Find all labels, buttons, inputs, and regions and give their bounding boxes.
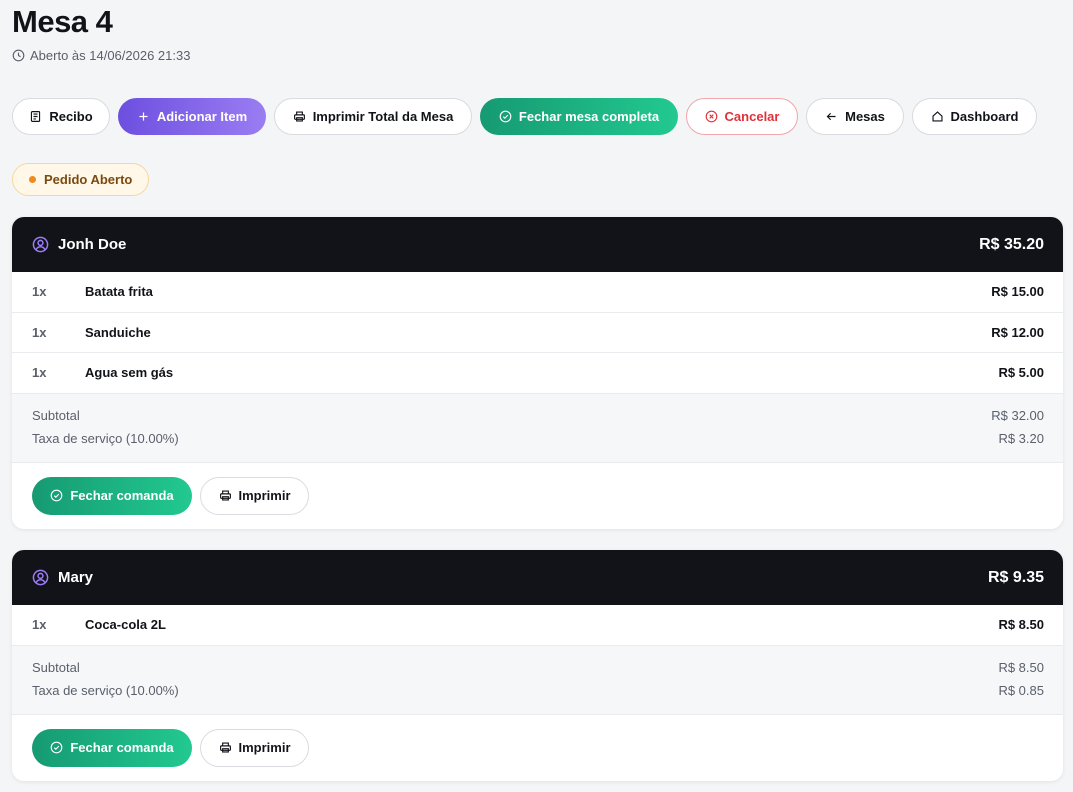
order-card: Jonh Doe R$ 35.20 1x Batata frita R$ 15.… [12, 217, 1063, 529]
clock-icon [12, 49, 25, 62]
order-card-header: Mary R$ 9.35 [12, 550, 1063, 605]
service-fee-row: Taxa de serviço (10.00%) R$ 3.20 [32, 427, 1044, 450]
order-summary: Subtotal R$ 32.00 Taxa de serviço (10.00… [12, 393, 1063, 463]
opened-timestamp: Aberto às 14/06/2026 21:33 [12, 48, 190, 63]
close-order-button[interactable]: Fechar comanda [32, 476, 192, 515]
tables-label: Mesas [845, 109, 885, 124]
service-fee-label: Taxa de serviço (10.00%) [32, 430, 179, 446]
printer-icon [219, 742, 231, 753]
order-card: Mary R$ 9.35 1x Coca-cola 2L R$ 8.50 Sub… [12, 550, 1063, 781]
close-order-label: Fechar comanda [70, 740, 174, 755]
tables-button[interactable]: Mesas [806, 98, 904, 135]
status-badge-label: Pedido Aberto [44, 172, 133, 187]
print-total-label: Imprimir Total da Mesa [312, 109, 454, 124]
item-price: R$ 8.50 [998, 617, 1044, 633]
check-circle-icon [50, 489, 63, 502]
order-actions: Fechar comanda Imprimir [12, 463, 1063, 529]
print-total-button[interactable]: Imprimir Total da Mesa [274, 98, 472, 135]
item-name: Sanduiche [85, 324, 151, 340]
receipt-icon [31, 111, 41, 122]
item-qty: 1x [32, 617, 47, 633]
order-total: R$ 9.35 [987, 568, 1044, 586]
service-fee-value: R$ 3.20 [998, 430, 1044, 446]
close-order-button[interactable]: Fechar comanda [32, 728, 192, 767]
item-qty: 1x [32, 365, 47, 381]
x-circle-icon [705, 110, 717, 123]
order-item: 1x Agua sem gás R$ 5.00 [12, 353, 1063, 394]
opened-text: Aberto às 14/06/2026 21:33 [30, 48, 191, 63]
item-qty: 1x [32, 284, 47, 300]
printer-icon [219, 490, 231, 501]
service-fee-label: Taxa de serviço (10.00%) [32, 682, 179, 698]
item-price: R$ 15.00 [991, 284, 1044, 300]
close-order-label: Fechar comanda [70, 488, 174, 503]
order-total: R$ 35.20 [979, 235, 1044, 253]
service-fee-value: R$ 0.85 [998, 682, 1044, 698]
status-dot [29, 176, 36, 183]
item-qty: 1x [32, 324, 47, 340]
user-circle-icon [32, 236, 49, 253]
subtotal-row: Subtotal R$ 32.00 [32, 404, 1044, 427]
dashboard-button[interactable]: Dashboard [912, 98, 1037, 135]
item-name: Agua sem gás [85, 365, 174, 381]
subtotal-label: Subtotal [32, 659, 80, 675]
home-icon [932, 111, 943, 122]
subtotal-value: R$ 32.00 [991, 407, 1044, 423]
check-circle-icon [499, 110, 512, 123]
receipt-button[interactable]: Recibo [12, 98, 110, 135]
item-price: R$ 12.00 [991, 324, 1044, 340]
customer-name: Mary [32, 569, 93, 586]
order-item: 1x Batata frita R$ 15.00 [12, 272, 1063, 313]
page-title: Mesa 4 [12, 4, 113, 39]
order-summary: Subtotal R$ 8.50 Taxa de serviço (10.00%… [12, 645, 1063, 715]
order-item: 1x Coca-cola 2L R$ 8.50 [12, 605, 1063, 646]
arrow-left-icon [826, 112, 836, 121]
user-circle-icon [32, 569, 49, 586]
printer-icon [293, 111, 305, 122]
order-actions: Fechar comanda Imprimir [12, 715, 1063, 781]
print-order-label: Imprimir [238, 488, 291, 503]
subtotal-row: Subtotal R$ 8.50 [32, 656, 1044, 679]
check-circle-icon [50, 741, 63, 754]
item-price: R$ 5.00 [998, 365, 1044, 381]
order-item: 1x Sanduiche R$ 12.00 [12, 313, 1063, 353]
item-name: Batata frita [85, 284, 153, 300]
print-order-button[interactable]: Imprimir [200, 728, 309, 767]
order-card-header: Jonh Doe R$ 35.20 [12, 217, 1063, 272]
status-badge: Pedido Aberto [12, 163, 150, 196]
toolbar: Recibo Adicionar Item Imprimir Total da … [12, 98, 1037, 135]
service-fee-row: Taxa de serviço (10.00%) R$ 0.85 [32, 679, 1044, 702]
customer-name: Jonh Doe [32, 236, 126, 253]
dashboard-label: Dashboard [950, 109, 1019, 124]
cancel-label: Cancelar [724, 109, 780, 124]
add-item-button[interactable]: Adicionar Item [118, 98, 266, 135]
print-order-label: Imprimir [238, 740, 291, 755]
subtotal-label: Subtotal [32, 407, 80, 423]
close-table-label: Fechar mesa completa [518, 109, 660, 124]
receipt-label: Recibo [49, 109, 93, 124]
customer-name-label: Jonh Doe [58, 236, 127, 253]
subtotal-value: R$ 8.50 [998, 659, 1044, 675]
customer-name-label: Mary [58, 569, 94, 586]
item-name: Coca-cola 2L [85, 617, 166, 633]
plus-icon [139, 112, 148, 121]
print-order-button[interactable]: Imprimir [200, 476, 309, 515]
close-table-button[interactable]: Fechar mesa completa [480, 98, 678, 135]
add-item-label: Adicionar Item [156, 109, 248, 124]
cancel-button[interactable]: Cancelar [686, 98, 798, 135]
